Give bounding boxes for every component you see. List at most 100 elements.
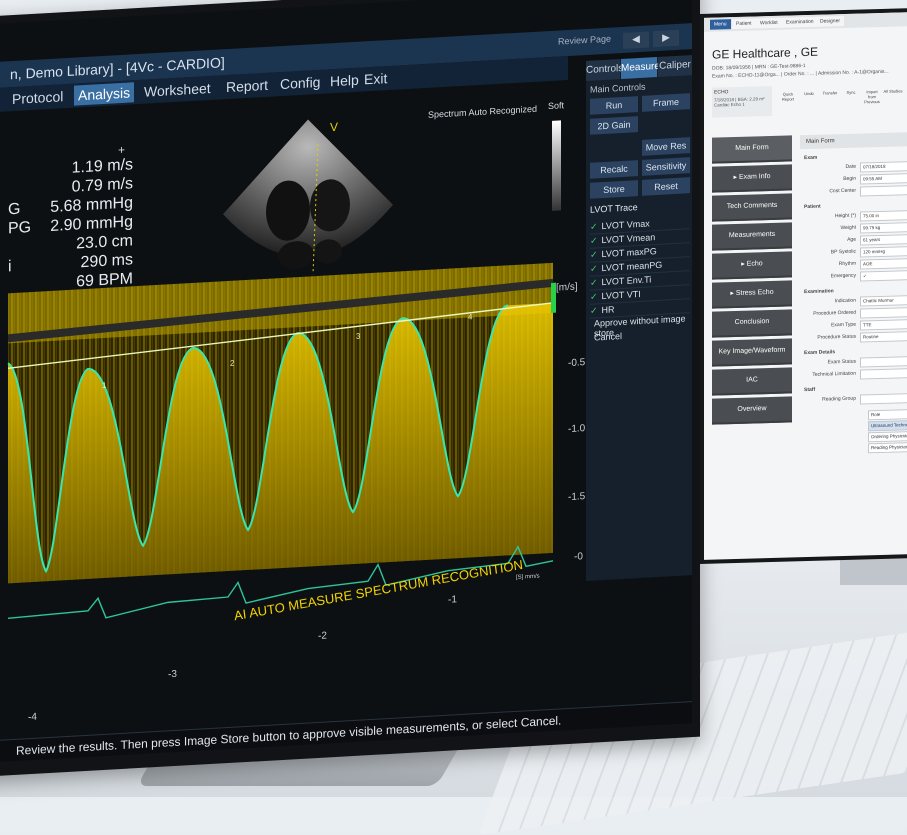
secondary-nav-item[interactable]: ▸ Exam Info xyxy=(712,164,792,193)
toolbar-button[interactable]: Import from Previous xyxy=(862,89,882,105)
check-icon: ✓ xyxy=(590,221,598,232)
reset-button[interactable]: Reset xyxy=(642,177,690,196)
trace-item-label: LVOT Vmean xyxy=(601,232,656,246)
form-field-label: Begin xyxy=(843,175,856,182)
check-icon: ✓ xyxy=(590,249,598,260)
spectrum-title: Spectrum Auto Recognized xyxy=(428,103,538,120)
s2-tab-designer[interactable]: Designer xyxy=(816,15,845,27)
form-field-label: Cost Center xyxy=(829,187,856,195)
secondary-nav-item[interactable]: ▸ Stress Echo xyxy=(712,280,792,309)
form-field-label: Date xyxy=(845,163,856,170)
secondary-nav-item[interactable]: Key Image/Waveform Archive xyxy=(712,338,792,379)
lvot-trace-label: LVOT Trace xyxy=(590,202,638,215)
trace-item-label: LVOT VTI xyxy=(601,288,641,302)
tab-measure[interactable]: Measure xyxy=(621,57,660,80)
menu-config[interactable]: Config xyxy=(276,72,324,95)
move-res-win-button[interactable]: Move Res Win xyxy=(642,137,690,168)
toolbar-button[interactable]: Undo xyxy=(799,91,819,97)
s2-tab-patient[interactable]: Patient xyxy=(732,18,756,30)
toolbar-button[interactable]: Transfer xyxy=(820,90,840,96)
soft-label: Soft xyxy=(548,100,565,112)
run-button[interactable]: Run xyxy=(590,96,638,115)
form-field-input[interactable] xyxy=(860,392,907,405)
tab-controls[interactable]: Controls xyxy=(586,59,623,82)
form-field-input[interactable]: TTE xyxy=(860,318,907,331)
staff-role-row[interactable]: Role xyxy=(868,408,907,421)
menu-report[interactable]: Report xyxy=(222,75,272,98)
form-field-label: Age xyxy=(847,236,856,243)
echo-marker-v: V xyxy=(330,120,338,134)
staff-role-row[interactable]: Ultrasound Technolo... xyxy=(868,419,907,432)
form-field-label: BP Systolic xyxy=(830,248,856,256)
menu-analysis[interactable]: Analysis xyxy=(74,82,135,106)
velocity-unit-label: [m/s] xyxy=(556,281,578,294)
form-field-input[interactable]: ✓ xyxy=(860,269,907,282)
secondary-nav-item[interactable]: Measurements xyxy=(712,222,792,251)
check-icon: ✓ xyxy=(590,263,598,274)
store-button[interactable]: Store xyxy=(590,180,638,199)
form-field-label: Emergency xyxy=(830,272,856,280)
form-field-label: Indication xyxy=(834,297,856,305)
menu-help[interactable]: Help xyxy=(326,69,363,91)
secondary-nav-item[interactable]: ▸ Echo xyxy=(712,251,792,280)
form-field-input[interactable]: Routine xyxy=(860,330,907,343)
form-field-input[interactable]: 99.79 kg xyxy=(860,221,907,234)
beat-marker-3: 3 xyxy=(356,332,361,341)
secondary-nav-item[interactable]: Main Form xyxy=(712,135,792,164)
recalc-button[interactable]: Recalc xyxy=(590,160,638,179)
beat-marker-4: 4 xyxy=(468,312,473,321)
form-field-input[interactable]: 07/18/2018 xyxy=(860,160,907,173)
form-field-input[interactable] xyxy=(860,184,907,197)
trace-item-label: LVOT Env.Ti xyxy=(601,274,652,288)
exam-card[interactable]: ECHO 7/18/2018 | BSA: 2.29 m² Cardiac Ec… xyxy=(712,85,772,118)
menu-protocol[interactable]: Protocol xyxy=(8,86,67,109)
form-field-input[interactable] xyxy=(860,367,907,380)
secondary-nav-item[interactable]: IAC xyxy=(712,367,792,396)
time-tick-4: -4 xyxy=(28,711,37,724)
s2-tab-worklist[interactable]: Worklist xyxy=(756,17,782,29)
form-field-label: Technical Limitation xyxy=(812,370,856,378)
staff-role-row[interactable]: Ordering Physician xyxy=(868,430,907,443)
secondary-nav-item[interactable]: Conclusion xyxy=(712,309,792,338)
staff-role-row[interactable]: Reading Physician xyxy=(868,441,907,454)
secondary-nav-item[interactable]: Tech Comments xyxy=(712,193,792,222)
form-field-input[interactable]: 09:55 AM xyxy=(860,172,907,185)
menu-worksheet[interactable]: Worksheet xyxy=(140,78,215,102)
measurement-value: 1.19 m/s xyxy=(71,156,133,177)
form-field-label: Procedure Status xyxy=(817,333,856,341)
sensitivity-button[interactable]: Sensitivity xyxy=(642,157,690,176)
main-form-header: Main Form xyxy=(800,131,907,150)
menu-exit[interactable]: Exit xyxy=(360,68,391,90)
form-field-input[interactable]: 61 years xyxy=(860,233,907,246)
form-field-input[interactable]: Chattic Murmur xyxy=(860,294,907,307)
scale-tick-0: -0 xyxy=(574,551,583,563)
caliper-plus-icon: + xyxy=(118,142,126,158)
main-controls-label: Main Controls xyxy=(590,81,646,95)
beat-marker-1: 1 xyxy=(102,381,107,390)
form-field-input[interactable]: 120 mmHg xyxy=(860,245,907,258)
s2-tab-menu[interactable]: Menu xyxy=(710,19,731,30)
form-field-input[interactable] xyxy=(860,306,907,319)
toolbar-button[interactable]: Quick Report xyxy=(778,91,798,102)
s2-tab-examination[interactable]: Examination xyxy=(782,16,818,28)
toolbar-button[interactable]: All Studies xyxy=(883,88,903,94)
form-field-input[interactable] xyxy=(860,355,907,368)
tab-caliper[interactable]: Caliper xyxy=(658,55,692,77)
check-icon: ✓ xyxy=(590,235,598,246)
form-section-label: Exam Details xyxy=(804,349,836,357)
2d-gain-button[interactable]: 2D Gain xyxy=(590,116,638,135)
scale-tick-10: -1.0 xyxy=(568,423,586,436)
form-field-input[interactable]: AOE xyxy=(860,257,907,270)
frame-button[interactable]: Frame xyxy=(642,93,690,112)
scale-tick-15: -1.5 xyxy=(568,491,586,504)
form-field-input[interactable]: 75.00 in xyxy=(860,209,907,222)
secondary-nav-item[interactable]: Overview xyxy=(712,396,792,425)
form-field-label: Exam Status xyxy=(827,358,856,366)
review-next-button[interactable]: ▶ xyxy=(653,29,679,48)
toolbar-button[interactable]: Sync xyxy=(841,90,861,96)
trace-item-label: LVOT maxPG xyxy=(601,246,657,260)
review-prev-button[interactable]: ◀ xyxy=(623,31,649,49)
form-field-label: Exam Type xyxy=(831,321,856,329)
exam-card-info2: Cardiac Echo 1 xyxy=(714,101,745,108)
cancel-button[interactable]: Cancel xyxy=(594,331,622,343)
